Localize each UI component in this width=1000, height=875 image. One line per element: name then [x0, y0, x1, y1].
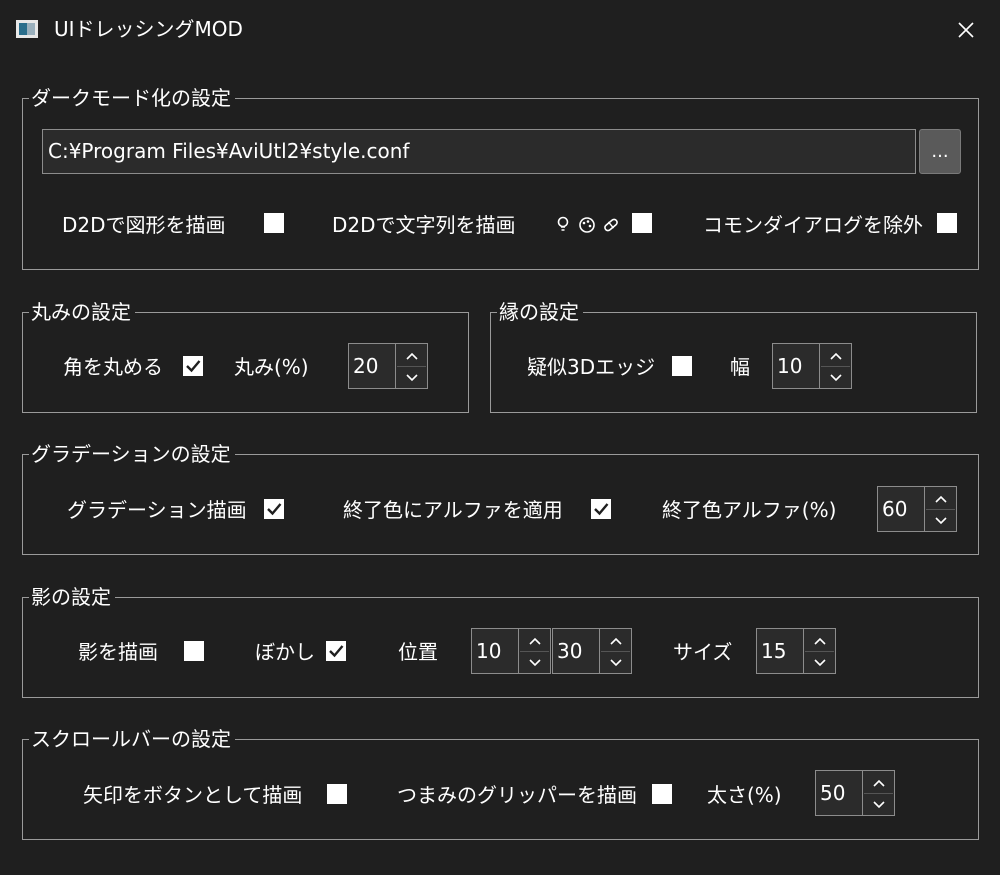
shadow-size-down-button[interactable]: [805, 652, 834, 673]
chevron-up-icon: [813, 637, 826, 645]
shadow-position-label: 位置: [398, 640, 438, 664]
checkmark-icon: [594, 503, 609, 516]
roundness-down-button[interactable]: [397, 367, 426, 388]
thickness-up-button[interactable]: [864, 772, 893, 794]
arrow-as-button-checkbox[interactable]: [327, 784, 347, 804]
checkmark-icon: [329, 645, 344, 658]
dark-mode-legend: ダークモード化の設定: [29, 85, 235, 111]
shadow-position-x-input[interactable]: 10: [471, 628, 519, 674]
close-icon: [958, 22, 974, 38]
style-path-input[interactable]: C:¥Program Files¥AviUtl2¥style.conf: [42, 129, 916, 174]
d2d-text-checkbox[interactable]: [632, 213, 652, 233]
scrollbar-legend: スクロールバーの設定: [29, 726, 235, 752]
round-legend: 丸みの設定: [29, 299, 135, 325]
end-alpha-input[interactable]: 60: [877, 486, 925, 532]
chevron-down-icon: [609, 658, 622, 666]
shadow-position-x-up-button[interactable]: [520, 630, 549, 652]
window-title: UIドレッシングMOD: [54, 17, 243, 41]
pill-emoji: [602, 216, 620, 238]
gripper-checkbox[interactable]: [652, 784, 672, 804]
chevron-down-icon: [934, 516, 947, 524]
shadow-draw-label: 影を描画: [78, 640, 158, 664]
gripper-label: つまみのグリッパーを描画: [397, 783, 637, 807]
pseudo3d-label: 疑似3Dエッジ: [527, 355, 656, 379]
thickness-label: 太さ(%): [707, 783, 782, 807]
checkmark-icon: [267, 503, 282, 516]
d2d-text-label: D2Dで文字列を描画: [332, 213, 516, 237]
shadow-position-y-up-button[interactable]: [601, 630, 630, 652]
shadow-position-y-down-button[interactable]: [601, 652, 630, 673]
shadow-size-up-button[interactable]: [805, 630, 834, 652]
pseudo3d-checkbox[interactable]: [672, 356, 692, 376]
shadow-blur-label: ぼかし: [255, 640, 315, 664]
gradient-legend: グラデーションの設定: [29, 441, 235, 467]
gradient-draw-checkbox[interactable]: [264, 499, 284, 519]
shadow-draw-checkbox[interactable]: [184, 641, 204, 661]
palette-emoji: [578, 216, 596, 238]
border-width-input[interactable]: 10: [772, 343, 820, 389]
apply-alpha-checkbox[interactable]: [591, 499, 611, 519]
d2d-shapes-checkbox[interactable]: [264, 213, 284, 233]
thickness-input[interactable]: 50: [815, 770, 863, 816]
end-alpha-down-button[interactable]: [926, 510, 955, 531]
gradient-draw-label: グラデーション描画: [67, 498, 247, 522]
chevron-down-icon: [528, 658, 541, 666]
shadow-size-input[interactable]: 15: [756, 628, 804, 674]
chevron-up-icon: [934, 495, 947, 503]
roundness-label: 丸み(%): [234, 355, 309, 379]
chevron-up-icon: [872, 779, 885, 787]
shadow-blur-checkbox[interactable]: [326, 641, 346, 661]
chevron-down-icon: [405, 373, 418, 381]
chevron-down-icon: [872, 800, 885, 808]
chevron-down-icon: [829, 373, 842, 381]
roundness-up-button[interactable]: [397, 345, 426, 367]
end-alpha-label: 終了色アルファ(%): [662, 498, 837, 522]
thickness-down-button[interactable]: [864, 794, 893, 815]
app-window-icon: [16, 20, 38, 38]
border-width-down-button[interactable]: [821, 367, 850, 388]
shadow-size-label: サイズ: [673, 640, 733, 664]
chevron-up-icon: [405, 352, 418, 360]
border-width-up-button[interactable]: [821, 345, 850, 367]
end-alpha-up-button[interactable]: [926, 488, 955, 510]
browse-button[interactable]: ...: [919, 129, 961, 174]
shadow-legend: 影の設定: [29, 584, 115, 610]
exclude-common-dialog-label: コモンダイアログを除外: [703, 213, 923, 237]
border-legend: 縁の設定: [497, 299, 583, 325]
chevron-down-icon: [813, 658, 826, 666]
shadow-position-y-input[interactable]: 30: [552, 628, 600, 674]
apply-alpha-label: 終了色にアルファを適用: [343, 498, 563, 522]
round-corners-checkbox[interactable]: [183, 356, 203, 376]
exclude-common-dialog-checkbox[interactable]: [937, 213, 957, 233]
title-bar: UIドレッシングMOD: [0, 0, 1000, 60]
dark-mode-group: ダークモード化の設定: [22, 85, 979, 270]
chevron-up-icon: [609, 637, 622, 645]
d2d-shapes-label: D2Dで図形を描画: [62, 213, 226, 237]
close-button[interactable]: [940, 10, 992, 50]
checkmark-icon: [186, 360, 201, 373]
chevron-up-icon: [829, 352, 842, 360]
roundness-input[interactable]: 20: [348, 343, 396, 389]
border-width-label: 幅: [730, 355, 750, 379]
arrow-as-button-label: 矢印をボタンとして描画: [83, 783, 303, 807]
round-corners-label: 角を丸める: [63, 355, 163, 379]
chevron-up-icon: [528, 637, 541, 645]
shadow-position-x-down-button[interactable]: [520, 652, 549, 673]
bulb-emoji: [556, 216, 570, 238]
